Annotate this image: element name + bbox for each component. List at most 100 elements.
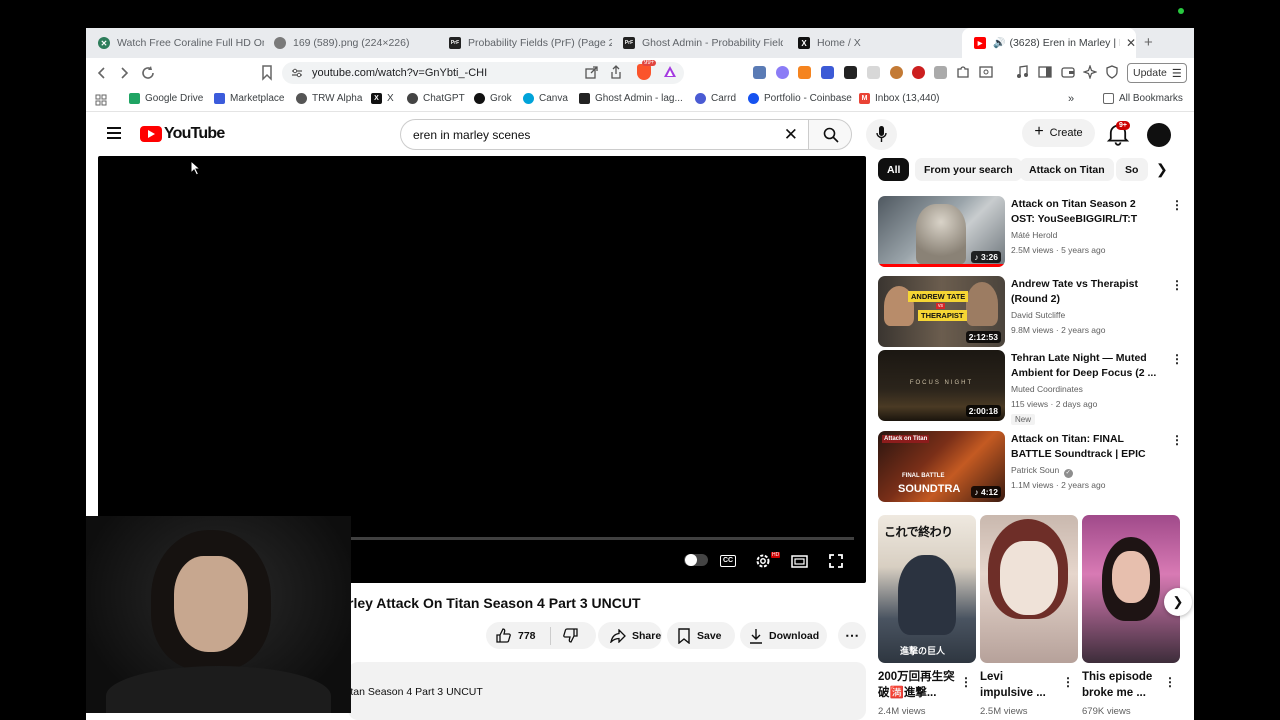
video-title[interactable]: Andrew Tate vs Therapist (Round 2) bbox=[1011, 277, 1161, 307]
bookmark-ghost-admin[interactable]: Ghost Admin - lag... bbox=[579, 93, 683, 104]
shorts-next-button[interactable]: ❯ bbox=[1164, 588, 1192, 616]
tab-youtube-active[interactable]: ▶ 🔊 (3628) Eren in Marley | E ✕ bbox=[962, 28, 1136, 58]
voice-search-button[interactable] bbox=[866, 119, 897, 150]
video-thumbnail[interactable]: ♪ 3:26 bbox=[878, 196, 1005, 267]
bookmark-coinbase[interactable]: Portfolio - Coinbase bbox=[748, 93, 852, 104]
extension-vpn-icon[interactable] bbox=[821, 66, 834, 79]
channel-name[interactable]: Máté Herold bbox=[1011, 230, 1057, 240]
short-thumbnail[interactable] bbox=[980, 515, 1078, 663]
extension-cloud-icon[interactable] bbox=[776, 66, 789, 79]
channel-name[interactable]: Muted Coordinates bbox=[1011, 384, 1083, 394]
brave-rewards-icon[interactable] bbox=[663, 65, 677, 79]
close-tab-icon[interactable]: ✕ bbox=[1126, 36, 1136, 50]
related-video[interactable]: ♪ 3:26 Attack on Titan Season 2 OST: You… bbox=[878, 196, 1183, 268]
clear-search-icon[interactable]: ✕ bbox=[784, 125, 798, 145]
save-button[interactable]: Save bbox=[667, 622, 735, 649]
fullscreen-icon[interactable] bbox=[829, 554, 843, 568]
channel-name[interactable]: Patrick Soun ✓ bbox=[1011, 465, 1073, 478]
new-tab-button[interactable]: + bbox=[1144, 34, 1153, 51]
like-count[interactable]: 778 bbox=[518, 630, 536, 642]
metamask-icon[interactable] bbox=[798, 66, 811, 79]
short-thumbnail[interactable] bbox=[1082, 515, 1180, 663]
chip-attack-on-titan[interactable]: Attack on Titan bbox=[1020, 158, 1114, 181]
youtube-logo[interactable]: YouTube bbox=[140, 125, 225, 143]
download-button[interactable]: Download bbox=[740, 622, 827, 649]
extension-cookie-icon[interactable] bbox=[890, 66, 903, 79]
bookmark-inbox[interactable]: M Inbox (13,440) bbox=[859, 93, 940, 104]
more-vert-icon[interactable]: ⋮ bbox=[1171, 353, 1183, 365]
tab-image[interactable]: 169 (589).png (224×226) bbox=[262, 28, 434, 58]
sidebar-icon[interactable] bbox=[1038, 65, 1052, 79]
brave-shield-icon[interactable] bbox=[637, 64, 651, 80]
update-button[interactable]: Update ☰ bbox=[1127, 63, 1187, 83]
back-icon[interactable] bbox=[96, 66, 108, 80]
extension-translate-icon[interactable] bbox=[753, 66, 766, 79]
search-button[interactable] bbox=[808, 119, 852, 150]
video-thumbnail[interactable]: ANDREW TATE vs THERAPIST 2:12:53 bbox=[878, 276, 1005, 347]
chip-from-your-search[interactable]: From your search bbox=[915, 158, 1022, 181]
media-controls-icon[interactable] bbox=[1016, 65, 1028, 79]
bookmark-trw-alpha[interactable]: TRW Alpha bbox=[296, 93, 362, 104]
more-actions-button[interactable]: ⋯ bbox=[838, 622, 866, 649]
extensions-puzzle-icon[interactable] bbox=[956, 65, 970, 79]
tab-coraline[interactable]: ✕ Watch Free Coraline Full HD Onl bbox=[86, 28, 264, 58]
create-button[interactable]: + Create bbox=[1022, 119, 1095, 147]
video-title[interactable]: Tehran Late Night — Muted Ambient for De… bbox=[1011, 351, 1161, 381]
search-input[interactable]: eren in marley scenes ✕ bbox=[400, 119, 808, 150]
video-thumbnail[interactable]: Attack on Titan FINAL BATTLE SOUNDTRA ♪ … bbox=[878, 431, 1005, 502]
account-avatar[interactable] bbox=[1147, 123, 1171, 147]
chip-all[interactable]: All bbox=[878, 158, 910, 181]
bookmark-x[interactable]: XX bbox=[371, 93, 394, 104]
extension-crypto-icon[interactable] bbox=[844, 66, 857, 79]
all-bookmarks[interactable]: All Bookmarks bbox=[1103, 93, 1183, 104]
more-vert-icon[interactable]: ⋮ bbox=[1171, 199, 1183, 211]
short-title[interactable]: Levi impulsive ... bbox=[980, 669, 1052, 701]
reload-icon[interactable] bbox=[140, 65, 156, 81]
bookmark-canva[interactable]: Canva bbox=[523, 93, 568, 104]
tab-ghost-admin[interactable]: PrF Ghost Admin - Probability Fields bbox=[611, 28, 783, 58]
bookmarks-overflow-icon[interactable]: » bbox=[1068, 93, 1074, 105]
short-thumbnail[interactable]: これで終わり 進撃の巨人 bbox=[878, 515, 976, 663]
screenshot-icon[interactable] bbox=[979, 65, 993, 79]
more-vert-icon[interactable]: ⋮ bbox=[1171, 279, 1183, 291]
video-title[interactable]: Attack on Titan Season 2 OST: YouSeeBIGG… bbox=[1011, 197, 1161, 227]
vpn-shield-icon[interactable] bbox=[1105, 65, 1119, 79]
chip-overflow[interactable]: So bbox=[1116, 158, 1148, 181]
related-video[interactable]: ANDREW TATE vs THERAPIST 2:12:53 Andrew … bbox=[878, 276, 1183, 348]
extension-pen-icon[interactable] bbox=[867, 66, 880, 79]
address-bar[interactable]: youtube.com/watch?v=GnYbti_-CHI bbox=[282, 62, 684, 84]
short-title[interactable]: This episode broke me ... bbox=[1082, 669, 1162, 701]
video-thumbnail[interactable]: FOCUS NIGHT 2:00:18 bbox=[878, 350, 1005, 421]
bookmark-icon[interactable] bbox=[261, 65, 273, 81]
tab-x-home[interactable]: X Home / X bbox=[786, 28, 958, 58]
related-video[interactable]: Attack on Titan FINAL BATTLE SOUNDTRA ♪ … bbox=[878, 431, 1183, 503]
like-icon[interactable] bbox=[496, 628, 512, 643]
extension-opera-icon[interactable] bbox=[912, 66, 925, 79]
bookmark-chatgpt[interactable]: ChatGPT bbox=[407, 93, 465, 104]
more-vert-icon[interactable]: ⋮ bbox=[1062, 676, 1074, 688]
more-vert-icon[interactable]: ⋮ bbox=[1164, 676, 1176, 688]
share-button[interactable]: Share bbox=[598, 622, 662, 649]
video-title[interactable]: Attack on Titan: FINAL BATTLE Soundtrack… bbox=[1011, 432, 1161, 462]
autoplay-toggle[interactable] bbox=[684, 554, 708, 566]
share-page-icon[interactable] bbox=[610, 65, 622, 79]
related-video[interactable]: FOCUS NIGHT 2:00:18 Tehran Late Night — … bbox=[878, 350, 1183, 425]
forward-icon[interactable] bbox=[118, 66, 130, 80]
open-external-icon[interactable] bbox=[585, 66, 598, 79]
extension-ad-icon[interactable] bbox=[934, 66, 947, 79]
settings-gear-icon[interactable] bbox=[755, 553, 771, 569]
tab-probability-fields[interactable]: PrF Probability Fields (PrF) (Page 2) bbox=[437, 28, 612, 58]
short-title[interactable]: 200万回再生突破🈵進撃... bbox=[878, 669, 963, 701]
channel-name[interactable]: David Sutcliffe bbox=[1011, 310, 1065, 320]
captions-icon[interactable]: CC bbox=[720, 555, 736, 567]
bookmark-grok[interactable]: Grok bbox=[474, 93, 512, 104]
more-vert-icon[interactable]: ⋮ bbox=[1171, 434, 1183, 446]
bookmark-marketplace[interactable]: Marketplace bbox=[214, 93, 284, 104]
site-settings-icon[interactable] bbox=[291, 68, 303, 78]
dislike-icon[interactable] bbox=[562, 628, 578, 643]
bookmark-google-drive[interactable]: Google Drive bbox=[129, 93, 203, 104]
leo-ai-icon[interactable] bbox=[1083, 65, 1097, 79]
chevron-right-icon[interactable]: ❯ bbox=[1156, 161, 1168, 178]
bookmark-carrd[interactable]: Carrd bbox=[695, 93, 736, 104]
guide-menu-icon[interactable] bbox=[107, 127, 121, 139]
